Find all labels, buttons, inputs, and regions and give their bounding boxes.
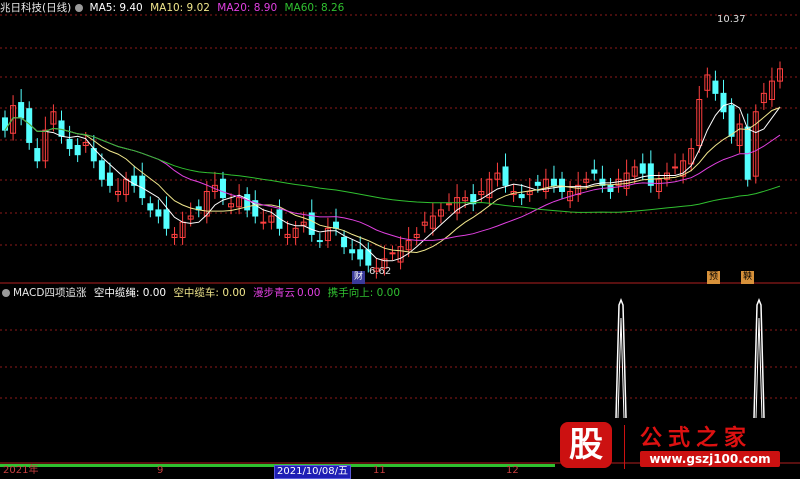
stock-chart[interactable] — [0, 0, 800, 479]
candle-body — [155, 209, 162, 217]
axis-label-dec: 12 — [506, 465, 519, 476]
main-panel-header: 兆日科技(日线) MA5: 9.40 MA10: 9.02 MA20: 8.90… — [0, 1, 348, 15]
axis-label-sep: 9 — [157, 465, 164, 476]
indicator-line4: 携手向上: 0.00 — [327, 287, 401, 299]
ma5-label: MA5: 9.40 — [89, 2, 143, 14]
ma10-label: MA10: 9.02 — [150, 2, 210, 14]
candle-body — [672, 166, 679, 169]
event-badge[interactable]: 鞅 — [741, 271, 754, 284]
candle-body — [389, 252, 396, 255]
watermark-logo: 股 — [560, 422, 612, 468]
signal-spike — [753, 297, 765, 419]
settings-icon[interactable] — [75, 4, 84, 12]
sub-panel-header: MACD四项追涨 空中缆绳: 0.00 空中缆车: 0.00 漫步青云 0.00 … — [0, 286, 404, 300]
macd-signal-spikes — [615, 297, 765, 419]
ma60-label: MA60: 8.26 — [284, 2, 345, 14]
cursor-date: 2021/10/08/五 — [274, 465, 352, 479]
candle-body — [518, 194, 525, 199]
ma20-label: MA20: 8.90 — [217, 2, 278, 14]
candle-body — [34, 148, 41, 162]
candle-body — [316, 240, 323, 243]
candle-body — [559, 178, 566, 192]
settings-icon[interactable] — [2, 289, 10, 297]
indicator-line3-name: 漫步青云 — [253, 287, 296, 299]
watermark-title: 公式之家 — [640, 425, 753, 451]
ma-line — [4, 117, 781, 213]
indicator-line1: 空中缆绳: 0.00 — [93, 287, 167, 299]
candle-body — [647, 163, 654, 186]
candle-body — [639, 163, 646, 174]
candle-body — [332, 221, 339, 229]
candle-body — [260, 221, 267, 224]
candle-body — [66, 138, 73, 150]
candle-body — [728, 105, 735, 137]
watermark-url: www.gszj100.com — [640, 451, 780, 467]
candlestick-series — [2, 61, 783, 279]
candle-body — [712, 80, 719, 94]
low-price-label: 6.62 — [369, 266, 392, 277]
ma-line — [4, 117, 781, 241]
candle-body — [74, 144, 81, 156]
candle-body — [502, 166, 509, 186]
indicator-line3-value: 0.00 — [297, 287, 321, 299]
high-price-label: 10.37 — [717, 14, 746, 25]
candle-body — [357, 249, 364, 260]
candle-body — [219, 178, 226, 199]
stock-title[interactable]: 兆日科技(日线) — [0, 2, 71, 14]
axis-label-nov: 11 — [373, 465, 386, 476]
candle-body — [591, 169, 598, 174]
candle-body — [446, 203, 453, 206]
candle-body — [106, 172, 113, 186]
forecast-badge[interactable]: 预 — [707, 271, 720, 284]
candle-body — [163, 209, 170, 229]
candle-body — [349, 249, 356, 254]
candle-body — [341, 236, 348, 248]
finance-badge[interactable]: 财 — [352, 271, 365, 284]
moving-average-lines — [4, 102, 781, 262]
grid-lines — [0, 14, 800, 464]
ma-line — [4, 102, 781, 262]
candle-body — [18, 102, 25, 119]
signal-spike — [615, 297, 627, 419]
candle-body — [550, 178, 557, 186]
indicator-line2: 空中缆车: 0.00 — [173, 287, 246, 299]
candle-body — [147, 203, 154, 211]
indicator-title[interactable]: MACD四项追涨 — [13, 287, 86, 299]
watermark-divider — [624, 425, 625, 469]
candle-body — [720, 92, 727, 113]
candle-body — [534, 181, 541, 186]
candle-body — [58, 120, 65, 137]
candle-body — [98, 160, 105, 180]
axis-label-year: 2021年 — [3, 465, 39, 476]
